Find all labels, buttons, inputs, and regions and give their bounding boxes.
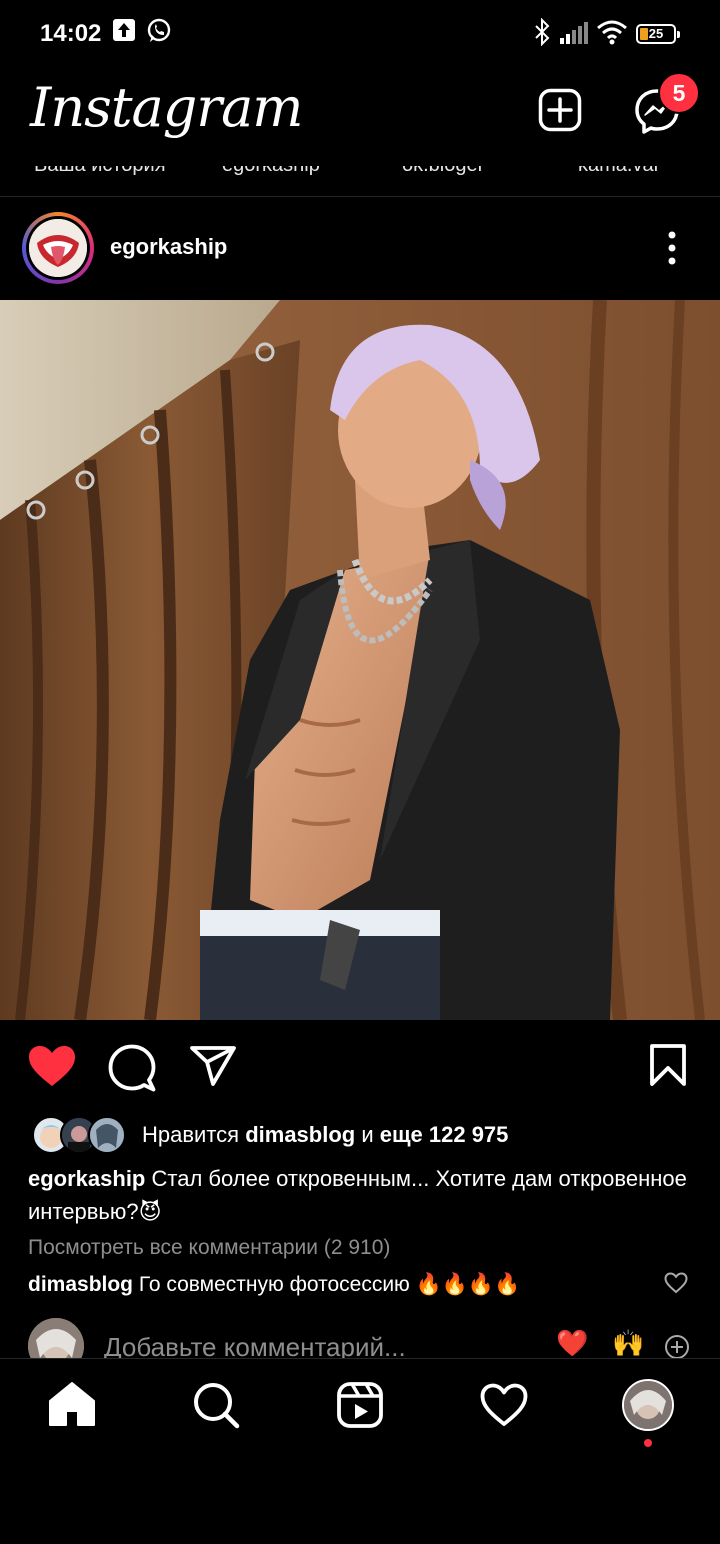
reels-icon[interactable] xyxy=(336,1381,384,1429)
add-emoji-icon[interactable] xyxy=(664,1334,690,1358)
likes-row[interactable]: Нравится dimasblog и еще 122 975 xyxy=(0,1114,720,1156)
add-post-icon[interactable] xyxy=(538,88,582,132)
battery-percent: 25 xyxy=(648,26,664,41)
bottom-navigation xyxy=(0,1358,720,1459)
story-label[interactable]: Ваша история xyxy=(34,166,166,177)
post-actions xyxy=(0,1020,720,1110)
current-user-avatar xyxy=(28,1318,84,1358)
bluetooth-icon xyxy=(535,18,550,46)
comment-text: Го совместную фотосессию 🔥🔥🔥🔥 xyxy=(133,1273,521,1296)
comment-item: dimasblog Го совместную фотосессию 🔥🔥🔥🔥 xyxy=(28,1270,520,1300)
add-comment-row: Добавьте комментарий... ❤️ 🙌 xyxy=(0,1316,720,1358)
messenger-badge: 5 xyxy=(658,72,700,114)
comment-icon[interactable] xyxy=(108,1044,156,1092)
share-icon[interactable] xyxy=(190,1046,236,1086)
post-author-avatar[interactable] xyxy=(22,212,94,284)
avatar-lips-logo xyxy=(29,219,87,277)
liker-name[interactable]: dimasblog xyxy=(245,1122,355,1147)
add-comment-input[interactable]: Добавьте комментарий... xyxy=(104,1332,406,1358)
quick-emoji-heart[interactable]: ❤️ xyxy=(556,1328,588,1358)
post-username[interactable]: egorkaship xyxy=(110,234,227,260)
upload-notification-icon xyxy=(113,19,135,41)
stories-strip[interactable]: Ваша история egorkaship ok.bloger kama.v… xyxy=(0,166,720,197)
post-caption: egorkaship Стал более откровенным... Хот… xyxy=(28,1162,698,1228)
instagram-logo[interactable]: Instagram xyxy=(30,76,303,139)
caption-username[interactable]: egorkaship xyxy=(28,1166,145,1191)
heart-filled-icon[interactable] xyxy=(28,1045,76,1087)
story-label[interactable]: kama.var xyxy=(578,166,660,177)
more-options-icon[interactable] xyxy=(664,230,680,266)
comment-like-icon[interactable] xyxy=(664,1272,688,1294)
likes-text[interactable]: Нравится dimasblog и еще 122 975 xyxy=(142,1122,508,1148)
status-bar: 14:02 25 xyxy=(0,0,720,70)
story-label[interactable]: ok.bloger xyxy=(402,166,484,177)
search-icon[interactable] xyxy=(192,1381,240,1429)
signal-icon xyxy=(560,22,588,44)
whatsapp-icon xyxy=(147,18,171,42)
bookmark-icon[interactable] xyxy=(650,1044,686,1086)
quick-emoji-raised-hands[interactable]: 🙌 xyxy=(612,1328,644,1358)
profile-notification-dot xyxy=(644,1439,652,1447)
battery-indicator: 25 xyxy=(636,24,680,44)
likes-count[interactable]: еще 122 975 xyxy=(380,1122,509,1147)
heart-icon[interactable] xyxy=(480,1383,528,1427)
post-header: egorkaship xyxy=(0,198,720,298)
story-label[interactable]: egorkaship xyxy=(222,166,320,177)
photo-illustration xyxy=(0,300,720,1020)
post-photo[interactable] xyxy=(0,300,720,1020)
app-header: Instagram 5 xyxy=(0,70,720,166)
comment-username[interactable]: dimasblog xyxy=(28,1273,133,1296)
home-icon[interactable] xyxy=(48,1381,96,1427)
liker-avatar xyxy=(88,1116,126,1154)
profile-avatar[interactable] xyxy=(622,1379,674,1431)
status-time: 14:02 xyxy=(40,20,102,47)
view-all-comments-link[interactable]: Посмотреть все комментарии (2 910) xyxy=(28,1236,390,1260)
wifi-icon xyxy=(597,20,627,45)
